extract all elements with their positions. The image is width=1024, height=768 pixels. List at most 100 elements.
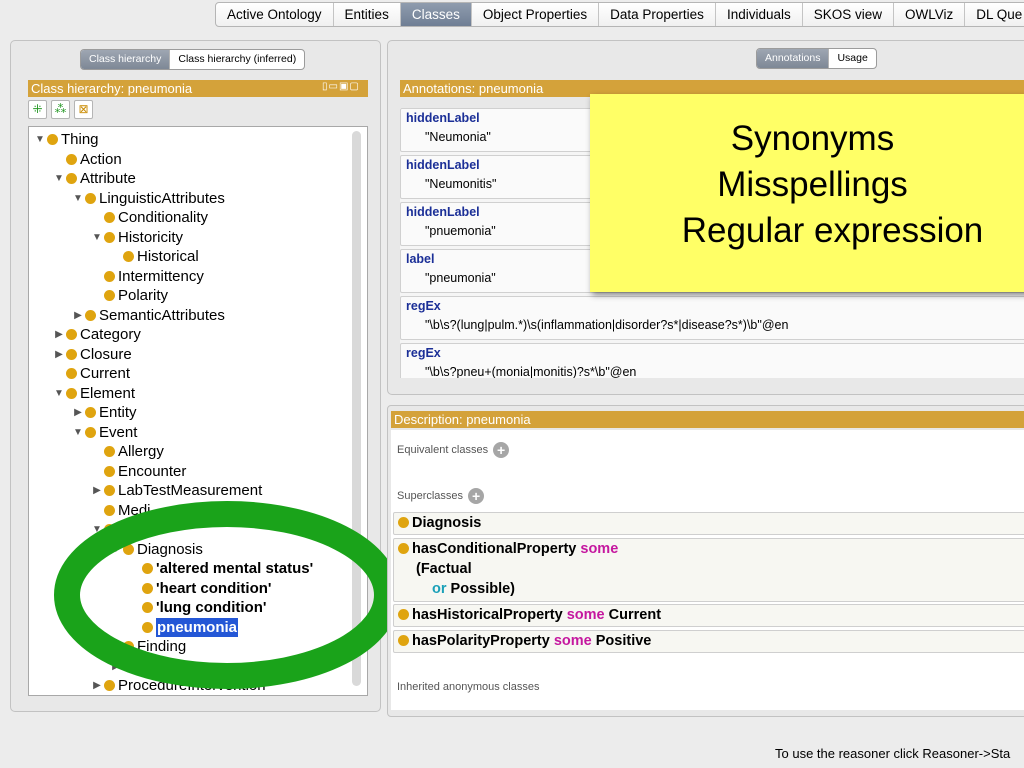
class-dot-icon bbox=[398, 609, 409, 620]
restriction-keyword: some bbox=[566, 607, 605, 623]
annotation-property: hiddenLabel bbox=[406, 158, 480, 172]
delete-class-icon[interactable]: ⊠ bbox=[74, 100, 93, 119]
tree-node[interactable]: ▼ Event bbox=[71, 423, 137, 442]
add-superclass-icon[interactable]: + bbox=[468, 488, 485, 504]
superclass-row[interactable]: hasHistoricalProperty some Current bbox=[393, 604, 1024, 627]
expanded-arrow-icon[interactable]: ▼ bbox=[71, 189, 85, 208]
tree-node-label: Action bbox=[80, 150, 122, 168]
restriction-keyword: some bbox=[580, 541, 619, 557]
class-hierarchy-button[interactable]: Class hierarchy bbox=[81, 50, 171, 69]
tree-node-label: Closure bbox=[80, 345, 132, 363]
view-controls-icon[interactable]: ▯▭▣▢ bbox=[322, 81, 360, 92]
tree-node-label: Historical bbox=[137, 248, 199, 265]
tree-node[interactable]: ▼ Historicity bbox=[90, 228, 183, 247]
green-ellipse-annotation bbox=[54, 501, 400, 689]
annotation-item[interactable]: regEx "\b\s?(lung|pulm.*)\s(inflammation… bbox=[400, 296, 1024, 340]
annotation-property: regEx bbox=[406, 299, 441, 313]
tree-node[interactable]: ▼ Attribute bbox=[52, 169, 136, 188]
restriction-filler: Positive bbox=[595, 633, 652, 649]
tree-node-label: Element bbox=[80, 384, 136, 402]
class-dot-icon bbox=[66, 329, 77, 340]
annotation-value: "\b\s?(lung|pulm.*)\s(inflammation|disor… bbox=[425, 318, 789, 332]
tree-node-label: Historicity bbox=[118, 228, 184, 246]
collapsed-arrow-icon[interactable]: ▶ bbox=[52, 345, 66, 364]
tree-node[interactable]: ▼ Thing bbox=[33, 130, 98, 149]
tree-node[interactable]: ▼ LinguisticAttributes bbox=[71, 189, 225, 208]
tree-node-label: Attribute bbox=[80, 170, 136, 187]
class-dot-icon bbox=[66, 348, 77, 360]
callout-line: Regular expression bbox=[681, 211, 984, 250]
class-dot-icon bbox=[66, 153, 77, 165]
tree-node-label: Polarity bbox=[118, 287, 169, 304]
tab-object-properties[interactable]: Object Properties bbox=[472, 3, 600, 26]
restriction-property: hasConditionalProperty bbox=[412, 541, 577, 557]
class-dot-icon bbox=[123, 251, 134, 262]
superclass-row[interactable]: Diagnosis bbox=[393, 512, 1024, 535]
tab-individuals[interactable]: Individuals bbox=[716, 3, 803, 26]
tab-classes[interactable]: Classes bbox=[400, 3, 472, 26]
add-equivalent-class-icon[interactable]: + bbox=[493, 442, 510, 458]
expanded-arrow-icon[interactable]: ▼ bbox=[52, 384, 66, 403]
annotation-value: "pnuemonia" bbox=[425, 224, 496, 238]
tree-node[interactable]: Allergy bbox=[90, 442, 164, 461]
class-dot-icon bbox=[398, 517, 409, 528]
collapsed-arrow-icon[interactable]: ▶ bbox=[71, 403, 85, 422]
collapsed-arrow-icon[interactable]: ▶ bbox=[52, 325, 66, 344]
superclass-row[interactable]: hasConditionalProperty some (Factual or … bbox=[393, 538, 1024, 602]
tree-node[interactable]: Current bbox=[52, 364, 130, 383]
superclasses-label: Superclasses bbox=[397, 490, 464, 502]
tree-node-label: SemanticAttributes bbox=[99, 306, 225, 324]
tab-strip: Active Ontology Entities Classes Object … bbox=[215, 2, 1024, 27]
add-sibling-icon[interactable]: ⁂ bbox=[51, 100, 70, 119]
annotation-property: regEx bbox=[406, 346, 441, 360]
expanded-arrow-icon[interactable]: ▼ bbox=[33, 130, 47, 149]
tab-entities[interactable]: Entities bbox=[334, 3, 401, 26]
tree-node-label: Category bbox=[80, 326, 141, 343]
class-dot-icon bbox=[104, 231, 115, 243]
class-dot-icon bbox=[398, 635, 409, 646]
tab-active-ontology[interactable]: Active Ontology bbox=[216, 3, 334, 26]
tab-skos-view[interactable]: SKOS view bbox=[803, 3, 895, 26]
expanded-arrow-icon[interactable]: ▼ bbox=[90, 228, 104, 247]
tree-node-label: Intermittency bbox=[118, 267, 204, 285]
tab-data-properties[interactable]: Data Properties bbox=[599, 3, 716, 26]
class-hierarchy-inferred-button[interactable]: Class hierarchy (inferred) bbox=[170, 50, 304, 69]
annotation-item[interactable]: regEx "\b\s?pneu+(monia|monitis)?s*\b"@e… bbox=[400, 343, 1024, 378]
usage-button[interactable]: Usage bbox=[829, 49, 875, 68]
equivalent-classes-label: Equivalent classes bbox=[397, 444, 489, 456]
annotation-value: "\b\s?pneu+(monia|monitis)?s*\b"@en bbox=[425, 365, 637, 378]
tree-node[interactable]: Intermittency bbox=[90, 267, 204, 286]
add-subclass-icon[interactable]: ⁜ bbox=[28, 100, 47, 119]
tree-node[interactable]: Encounter bbox=[90, 462, 186, 481]
expanded-arrow-icon[interactable]: ▼ bbox=[52, 169, 66, 188]
annotations-button[interactable]: Annotations bbox=[757, 49, 830, 68]
tree-node[interactable]: ▶ SemanticAttributes bbox=[71, 306, 225, 325]
expanded-arrow-icon[interactable]: ▼ bbox=[71, 423, 85, 442]
superclasses-section: Superclasses + bbox=[397, 488, 485, 504]
superclass-row[interactable]: hasPolarityProperty some Positive bbox=[393, 630, 1024, 653]
tab-dl-query[interactable]: DL Que bbox=[965, 3, 1024, 26]
tree-node[interactable]: ▶ Category bbox=[52, 325, 141, 344]
tree-node[interactable]: ▼ Element bbox=[52, 384, 135, 403]
tree-node[interactable]: Action bbox=[52, 150, 122, 169]
tree-node[interactable]: ▶ LabTestMeasurement bbox=[90, 481, 262, 500]
tree-node-label: Allergy bbox=[118, 443, 164, 460]
equivalent-classes-section: Equivalent classes + bbox=[397, 442, 510, 458]
tree-node[interactable]: ▶ Closure bbox=[52, 345, 132, 364]
class-dot-icon bbox=[85, 426, 96, 438]
collapsed-arrow-icon[interactable]: ▶ bbox=[71, 306, 85, 325]
collapsed-arrow-icon[interactable]: ▶ bbox=[90, 481, 104, 500]
tab-owlviz[interactable]: OWLViz bbox=[894, 3, 966, 26]
tree-node[interactable]: Conditionality bbox=[90, 208, 208, 227]
inherited-classes-label: Inherited anonymous classes bbox=[397, 681, 540, 693]
tree-node[interactable]: Polarity bbox=[90, 286, 168, 305]
annotations-title: Annotations: pneumonia bbox=[403, 81, 544, 96]
tree-node[interactable]: Historical bbox=[109, 247, 199, 266]
tree-node[interactable]: ▶ Entity bbox=[71, 403, 136, 422]
description-title: Description: pneumonia bbox=[394, 412, 531, 427]
class-hierarchy-header: Class hierarchy: pneumonia bbox=[28, 80, 368, 97]
class-dot-icon bbox=[66, 173, 77, 184]
annotation-property: hiddenLabel bbox=[406, 205, 480, 219]
restriction-keyword: some bbox=[553, 633, 592, 649]
callout-line: Synonyms bbox=[730, 119, 895, 158]
